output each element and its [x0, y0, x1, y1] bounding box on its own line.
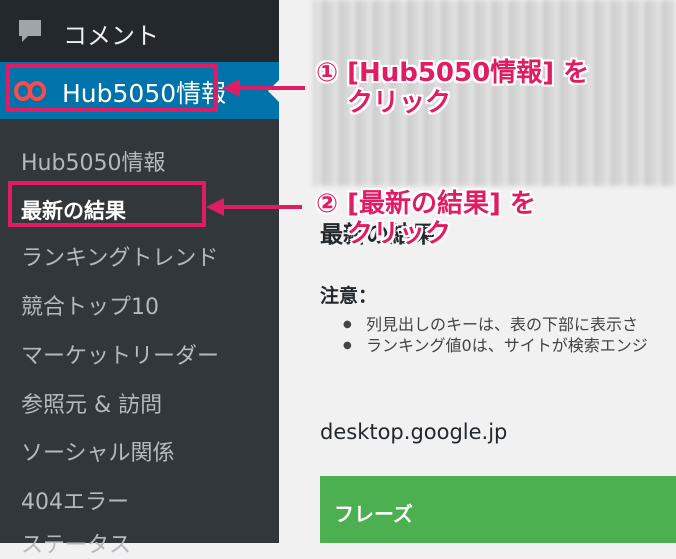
annotation-step2: ② [最新の結果] を クリック: [316, 189, 536, 249]
annotation-step1-line2: クリック: [347, 88, 452, 118]
arrow-icon: [206, 198, 302, 216]
annotation-step1-line1: ① [Hub5050情報] を: [316, 58, 590, 88]
annotation-step1: ① [Hub5050情報] を クリック: [316, 58, 589, 118]
annotation-step2-line2: クリック: [347, 219, 452, 249]
annotation-step2-line1: ② [最新の結果] を: [316, 189, 536, 219]
arrow-icon: [222, 79, 305, 97]
